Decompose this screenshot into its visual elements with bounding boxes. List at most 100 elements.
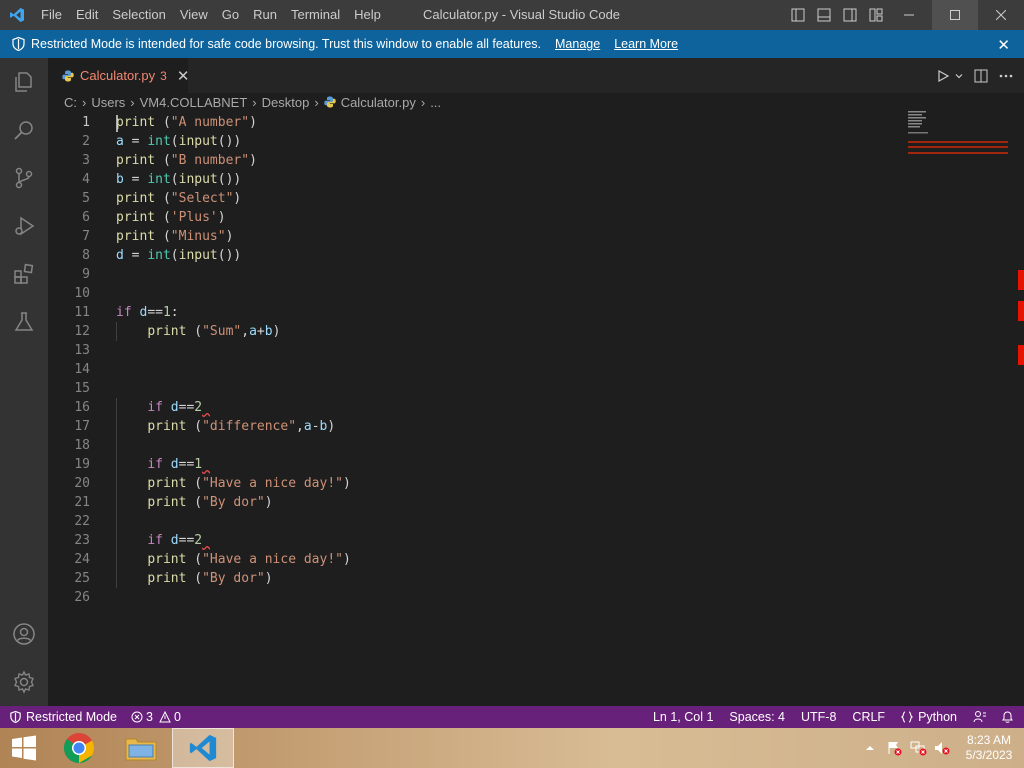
source-control-icon[interactable]: [0, 154, 48, 202]
code-line[interactable]: ​: [116, 588, 936, 607]
settings-gear-icon[interactable]: [0, 658, 48, 706]
encoding-setting[interactable]: UTF-8: [793, 706, 844, 728]
activity-bar: [0, 58, 48, 706]
line-number: 17: [74, 419, 90, 434]
code-line[interactable]: print ("A number"): [116, 113, 936, 132]
code-line[interactable]: print ("difference",a-b): [116, 417, 936, 436]
title-bar: File Edit Selection View Go Run Terminal…: [0, 0, 1024, 30]
vscode-logo-icon: [0, 0, 34, 30]
code-line[interactable]: ​: [116, 360, 936, 379]
toggle-panel-icon[interactable]: [811, 0, 837, 30]
menu-file[interactable]: File: [34, 0, 69, 30]
code-line[interactable]: ​: [116, 512, 936, 531]
indentation-setting[interactable]: Spaces: 4: [721, 706, 793, 728]
notifications-button[interactable]: [995, 706, 1024, 728]
shield-icon: [12, 37, 25, 51]
window-controls: [886, 0, 1024, 30]
line-number: 5: [82, 191, 90, 206]
code-line[interactable]: if d==2: [116, 398, 936, 417]
eol-setting[interactable]: CRLF: [844, 706, 893, 728]
code-editor[interactable]: 1 2 3 4 5 6 7 8 9 10 11 12 13 14 15 16 1…: [48, 111, 1024, 706]
feedback-button[interactable]: [965, 706, 995, 728]
toggle-primary-sidebar-icon[interactable]: [785, 0, 811, 30]
run-debug-icon[interactable]: [0, 202, 48, 250]
learn-more-link[interactable]: Learn More: [614, 37, 678, 51]
maximize-button[interactable]: [932, 0, 978, 30]
accounts-icon[interactable]: [0, 610, 48, 658]
minimize-button[interactable]: [886, 0, 932, 30]
show-hidden-icons-button[interactable]: [858, 744, 882, 752]
code-line[interactable]: print ("By dor"): [116, 493, 936, 512]
chevron-right-icon: ›: [314, 94, 319, 110]
explorer-icon[interactable]: [0, 58, 48, 106]
menu-go[interactable]: Go: [215, 0, 246, 30]
code-line[interactable]: print ('Plus'): [116, 208, 936, 227]
code-line[interactable]: print ("Have a nice day!"): [116, 550, 936, 569]
breadcrumb-desktop[interactable]: Desktop: [262, 95, 310, 110]
breadcrumb-users[interactable]: Users: [91, 95, 125, 110]
breadcrumb-file[interactable]: Calculator.py: [341, 95, 416, 110]
code-line[interactable]: d = int(input()): [116, 246, 936, 265]
taskbar-file-explorer[interactable]: [110, 728, 172, 768]
close-icon: [996, 10, 1006, 20]
minimap[interactable]: [908, 111, 1008, 171]
code-line[interactable]: ​: [116, 436, 936, 455]
code-line[interactable]: print ("Sum",a+b): [116, 322, 936, 341]
split-editor-button[interactable]: [974, 69, 988, 83]
code-line[interactable]: print ("Select"): [116, 189, 936, 208]
code-line[interactable]: ​: [116, 341, 936, 360]
menu-edit[interactable]: Edit: [69, 0, 105, 30]
code-line[interactable]: print ("Have a nice day!"): [116, 474, 936, 493]
menu-bar: File Edit Selection View Go Run Terminal…: [34, 0, 388, 30]
testing-icon[interactable]: [0, 298, 48, 346]
code-line[interactable]: print ("By dor"): [116, 569, 936, 588]
line-number: 13: [74, 343, 90, 358]
chevron-down-icon: [955, 73, 963, 78]
code-line[interactable]: if d==2: [116, 531, 936, 550]
manage-link[interactable]: Manage: [555, 37, 600, 51]
tab-calculator-py[interactable]: Calculator.py 3 ✕: [48, 58, 190, 93]
restricted-mode-label: Restricted Mode: [26, 710, 118, 724]
restricted-mode-indicator[interactable]: Restricted Mode: [0, 706, 126, 728]
search-icon[interactable]: [0, 106, 48, 154]
code-line[interactable]: print ("B number"): [116, 151, 936, 170]
taskbar-vscode[interactable]: [172, 728, 234, 768]
network-icon[interactable]: [906, 740, 930, 756]
code-line[interactable]: b = int(input()): [116, 170, 936, 189]
code-line[interactable]: if d==1:: [116, 303, 936, 322]
problems-indicator[interactable]: 3 0: [125, 706, 187, 728]
code-line[interactable]: ​: [116, 284, 936, 303]
action-center-icon[interactable]: [882, 740, 906, 756]
breadcrumb-drive[interactable]: C:: [64, 95, 77, 110]
more-actions-button[interactable]: [998, 69, 1014, 83]
breadcrumb-user-folder[interactable]: VM4.COLLABNET: [140, 95, 248, 110]
start-button[interactable]: [0, 728, 48, 768]
code-line[interactable]: print ("Minus"): [116, 227, 936, 246]
menu-run[interactable]: Run: [246, 0, 284, 30]
tab-close-button[interactable]: ✕: [177, 67, 190, 85]
line-number: 18: [74, 438, 90, 453]
code-line[interactable]: ​: [116, 379, 936, 398]
line-number: 1: [82, 115, 90, 130]
taskbar-clock[interactable]: 8:23 AM 5/3/2023: [954, 733, 1024, 763]
menu-selection[interactable]: Selection: [105, 0, 172, 30]
taskbar-chrome[interactable]: [48, 728, 110, 768]
language-mode[interactable]: Python: [893, 706, 965, 728]
extensions-icon[interactable]: [0, 250, 48, 298]
warning-count: 0: [173, 710, 181, 724]
run-python-file-button[interactable]: [936, 69, 964, 83]
code-line[interactable]: a = int(input()): [116, 132, 936, 151]
menu-view[interactable]: View: [173, 0, 215, 30]
code-line[interactable]: if d==1: [116, 455, 936, 474]
banner-close-button[interactable]: ✕: [997, 36, 1010, 54]
cursor-position[interactable]: Ln 1, Col 1: [645, 706, 721, 728]
menu-help[interactable]: Help: [347, 0, 388, 30]
menu-terminal[interactable]: Terminal: [284, 0, 347, 30]
volume-icon[interactable]: [930, 740, 954, 756]
close-window-button[interactable]: [978, 0, 1024, 30]
play-icon: [938, 69, 950, 82]
breadcrumb-symbols[interactable]: ...: [430, 95, 441, 110]
toggle-secondary-sidebar-icon[interactable]: [837, 0, 863, 30]
code-line[interactable]: ​: [116, 265, 936, 284]
chevron-right-icon: ›: [130, 94, 135, 110]
